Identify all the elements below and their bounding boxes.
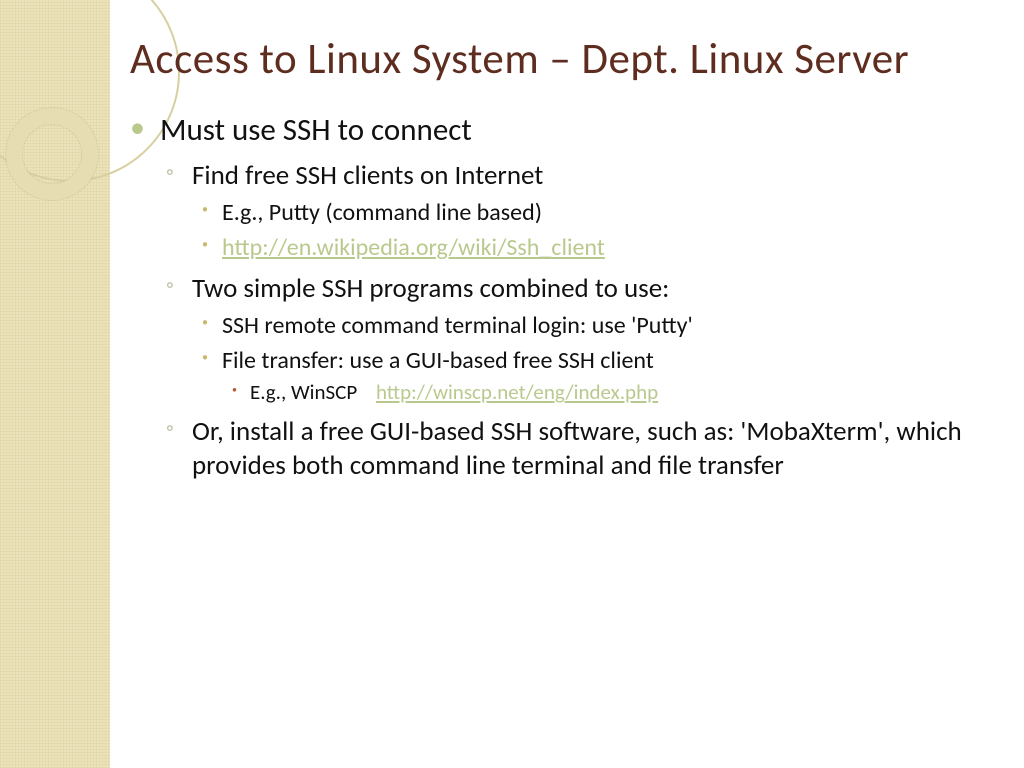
bullet-list: Must use SSH to connect Find free SSH cl… <box>130 111 984 483</box>
bullet-text: File transfer: use a GUI-based free SSH … <box>222 346 984 375</box>
presentation-slide: Access to Linux System – Dept. Linux Ser… <box>0 0 1024 768</box>
bullet-sublist: E.g., WinSCP http://winscp.net/eng/index… <box>222 379 984 405</box>
bullet-sublist: SSH remote command terminal login: use '… <box>192 311 984 405</box>
bullet-text: Find free SSH clients on Internet <box>192 159 984 192</box>
list-item: Must use SSH to connect Find free SSH cl… <box>130 111 984 483</box>
list-item: E.g., Putty (command line based) <box>192 198 984 227</box>
wikipedia-ssh-link[interactable]: http://en.wikipedia.org/wiki/Ssh_client <box>222 233 605 262</box>
list-item: Two simple SSH programs combined to use:… <box>160 272 984 405</box>
bullet-text: SSH remote command terminal login: use '… <box>222 311 984 340</box>
list-item: Or, install a free GUI-based SSH softwar… <box>160 415 984 483</box>
bullet-sublist: Find free SSH clients on Internet E.g., … <box>160 159 984 483</box>
bullet-text: Must use SSH to connect <box>160 111 984 149</box>
bullet-text: Or, install a free GUI-based SSH softwar… <box>192 415 984 483</box>
list-item: File transfer: use a GUI-based free SSH … <box>192 346 984 405</box>
list-item: Find free SSH clients on Internet E.g., … <box>160 159 984 262</box>
bullet-text: Two simple SSH programs combined to use: <box>192 272 984 305</box>
ring-decoration-small-outline <box>6 108 98 200</box>
winscp-link[interactable]: http://winscp.net/eng/index.php <box>376 379 658 405</box>
list-item: http://en.wikipedia.org/wiki/Ssh_client <box>192 233 984 262</box>
slide-title: Access to Linux System – Dept. Linux Ser… <box>130 34 984 83</box>
list-item: E.g., WinSCP http://winscp.net/eng/index… <box>222 379 984 405</box>
bullet-text: E.g., Putty (command line based) <box>222 198 984 227</box>
bullet-text: E.g., WinSCP <box>250 379 357 405</box>
bullet-sublist: E.g., Putty (command line based) http://… <box>192 198 984 262</box>
list-item: SSH remote command terminal login: use '… <box>192 311 984 340</box>
slide-content: Access to Linux System – Dept. Linux Ser… <box>130 34 984 491</box>
